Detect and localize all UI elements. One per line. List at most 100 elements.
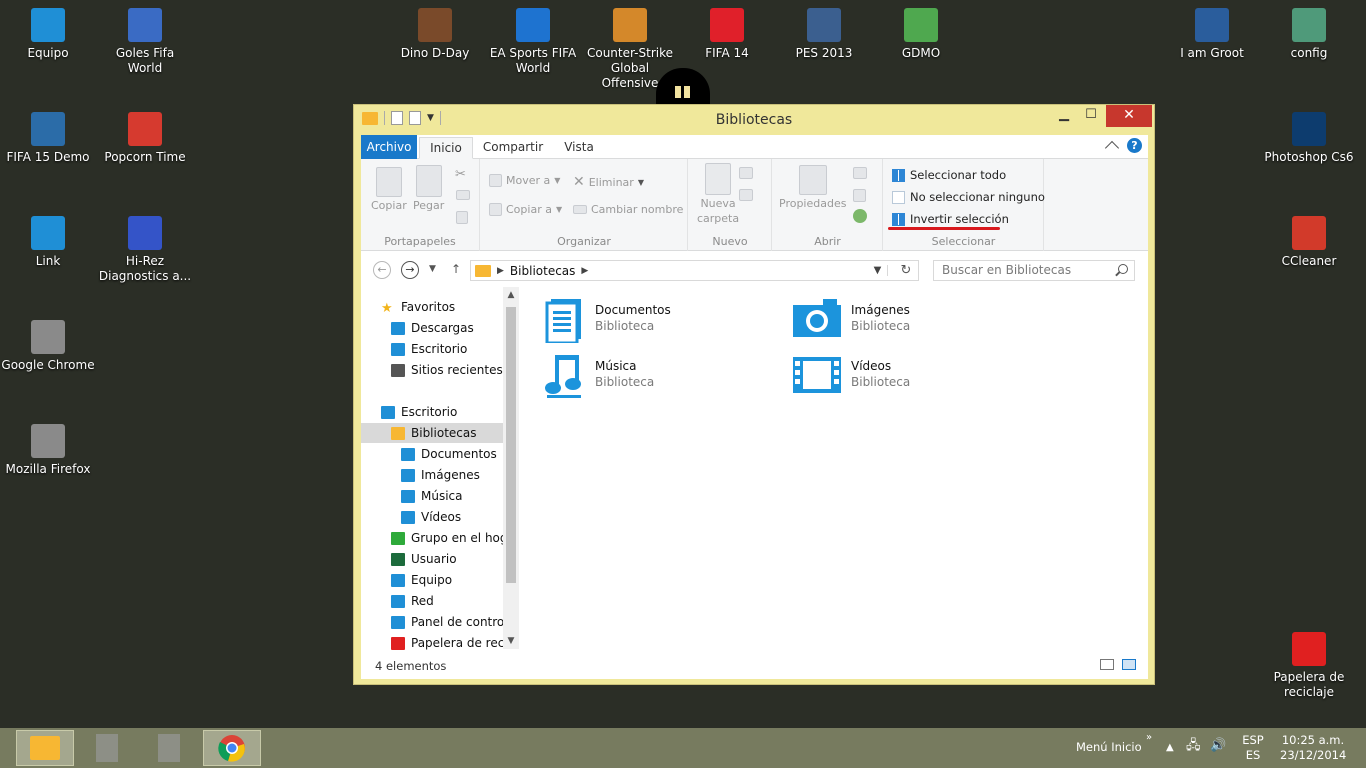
nav-item[interactable]: Equipo [361, 570, 503, 590]
library-item-videos[interactable]: Vídeos Biblioteca [793, 353, 1023, 403]
nav-item[interactable]: Usuario [361, 549, 503, 569]
breadcrumb[interactable]: Bibliotecas [510, 264, 575, 278]
delete-button[interactable]: ✕ Eliminar ▼ [573, 174, 644, 190]
nav-item[interactable]: Escritorio [361, 402, 503, 422]
tab-vista[interactable]: Vista [557, 137, 601, 159]
taskbar-explorer-button[interactable] [16, 730, 74, 766]
select-all-button[interactable]: Seleccionar todo [892, 168, 1006, 182]
details-view-icon[interactable] [1100, 659, 1114, 670]
new-item-icon[interactable] [739, 167, 753, 179]
tab-inicio[interactable]: Inicio [419, 137, 473, 159]
title-bar[interactable]: ▼ Bibliotecas ▁ ☐ ✕ [354, 105, 1154, 135]
start-menu-toolbar[interactable]: Menú Inicio [1076, 740, 1142, 755]
desktop-icon-item[interactable]: Google Chrome [0, 320, 96, 373]
history-icon[interactable] [853, 209, 867, 223]
libraries-folder-icon [391, 426, 405, 440]
select-none-button[interactable]: No seleccionar ninguno [892, 190, 1045, 204]
desktop-icon-item[interactable]: PES 2013 [776, 8, 872, 61]
scroll-thumb[interactable] [506, 307, 516, 583]
nav-item[interactable]: Red [361, 591, 503, 611]
desktop-icon-item[interactable]: config [1261, 8, 1357, 61]
nav-scrollbar[interactable]: ▲ ▼ [503, 287, 519, 649]
desktop-icon-item[interactable]: FIFA 14 [679, 8, 775, 61]
nav-item[interactable]: Grupo en el hogar [361, 528, 503, 548]
breadcrumb-arrow-icon[interactable]: ▶ [497, 266, 504, 276]
cut-icon[interactable]: ✂ [455, 167, 466, 182]
config-file-icon [1292, 8, 1326, 42]
new-folder-button[interactable]: Nueva carpeta [697, 163, 739, 225]
open-icon[interactable] [853, 167, 867, 179]
scroll-down-icon[interactable]: ▼ [503, 633, 519, 649]
up-arrow-icon[interactable]: ↑ [451, 262, 461, 276]
show-hidden-icons-icon[interactable]: ▲ [1166, 740, 1174, 755]
library-item-documentos[interactable]: Documentos Biblioteca [545, 297, 775, 347]
minimize-ribbon-icon[interactable] [1104, 140, 1120, 156]
nav-item[interactable]: Documentos [361, 444, 503, 464]
back-button[interactable]: ← [373, 261, 391, 279]
copy-to-button[interactable]: Copiar a ▼ [489, 203, 562, 216]
nav-item[interactable]: Panel de control [361, 612, 503, 632]
nav-item[interactable]: Música [361, 486, 503, 506]
maximize-button[interactable]: ☐ [1078, 105, 1104, 127]
scroll-up-icon[interactable]: ▲ [503, 287, 519, 303]
taskbar-pinned-2[interactable] [140, 730, 198, 766]
clock[interactable]: 10:25 a.m. 23/12/2014 [1280, 733, 1346, 763]
desktop-icon-item[interactable]: Popcorn Time [97, 112, 193, 165]
network-tray-icon[interactable]: 🖧 [1186, 738, 1201, 753]
desktop-icon-item[interactable]: Equipo [0, 8, 96, 61]
paste-button[interactable]: Pegar [413, 165, 444, 212]
invert-selection-button[interactable]: Invertir selección [892, 212, 1009, 226]
desktop-icon-item[interactable]: Dino D-Day [387, 8, 483, 61]
edit-icon[interactable] [853, 189, 866, 202]
rename-button[interactable]: Cambiar nombre [573, 203, 683, 216]
nav-item[interactable]: Imágenes [361, 465, 503, 485]
nav-item[interactable]: Escritorio [361, 339, 503, 359]
desktop-icon-item[interactable]: Papelera de reciclaje [1261, 632, 1357, 700]
tab-compartir[interactable]: Compartir [479, 137, 547, 159]
desktop-icon-item[interactable]: CCleaner [1261, 216, 1357, 269]
desktop-icon-item[interactable]: I am Groot [1164, 8, 1260, 61]
nav-item[interactable]: Sitios recientes [361, 360, 503, 380]
copy-path-icon[interactable] [456, 190, 470, 200]
desktop-icon-item[interactable]: Hi-Rez Diagnostics a... [97, 216, 193, 284]
shortcut-file-icon [96, 734, 118, 762]
star-icon: ★ [381, 300, 393, 316]
forward-button[interactable]: → [401, 261, 419, 279]
nav-item[interactable]: Bibliotecas [361, 423, 503, 443]
nav-item[interactable]: Descargas [361, 318, 503, 338]
desktop-icon-item[interactable]: Link [0, 216, 96, 269]
move-to-button[interactable]: Mover a ▼ [489, 174, 560, 187]
nav-item[interactable]: Papelera de reciclaje [361, 633, 503, 651]
volume-icon[interactable]: 🔊 [1210, 738, 1226, 753]
input-language[interactable]: ESP ES [1240, 733, 1266, 763]
taskbar-chrome-button[interactable] [203, 730, 261, 766]
copy-button[interactable]: Copiar [371, 167, 407, 212]
address-bar[interactable]: ▶ Bibliotecas ▶ ▼ ↻ [470, 260, 919, 281]
desktop-icon-item[interactable]: Photoshop Cs6 [1261, 112, 1357, 165]
breadcrumb-arrow-icon[interactable]: ▶ [581, 266, 588, 276]
desktop-icon-item[interactable]: FIFA 15 Demo [0, 112, 96, 165]
search-input[interactable]: Buscar en Bibliotecas [933, 260, 1135, 281]
library-item-musica[interactable]: Música Biblioteca [545, 353, 775, 403]
minimize-button[interactable]: ▁ [1052, 105, 1076, 127]
desktop-icon-item[interactable]: GDMO [873, 8, 969, 61]
properties-button[interactable]: Propiedades [779, 165, 846, 210]
desktop-icon [391, 342, 405, 356]
address-dropdown-icon[interactable]: ▼ [868, 265, 888, 276]
library-item-imagenes[interactable]: Imágenes Biblioteca [793, 297, 1023, 347]
refresh-icon[interactable]: ↻ [894, 263, 918, 278]
tab-archivo[interactable]: Archivo [361, 135, 417, 159]
desktop-icon-item[interactable]: EA Sports FIFA World [485, 8, 581, 76]
easy-access-icon[interactable] [739, 189, 753, 201]
recent-locations-icon[interactable]: ▼ [429, 264, 436, 274]
nav-item[interactable]: ★ Favoritos [361, 297, 503, 317]
large-icons-view-icon[interactable] [1122, 659, 1136, 670]
toolbar-chevron-icon[interactable]: » [1146, 730, 1152, 745]
paste-shortcut-icon[interactable] [456, 211, 468, 224]
nav-item[interactable]: Vídeos [361, 507, 503, 527]
close-button[interactable]: ✕ [1106, 105, 1152, 127]
help-icon[interactable]: ? [1127, 138, 1142, 153]
desktop-icon-item[interactable]: Mozilla Firefox [0, 424, 96, 477]
taskbar-pinned-1[interactable] [78, 730, 136, 766]
desktop-icon-item[interactable]: Goles Fifa World [97, 8, 193, 76]
